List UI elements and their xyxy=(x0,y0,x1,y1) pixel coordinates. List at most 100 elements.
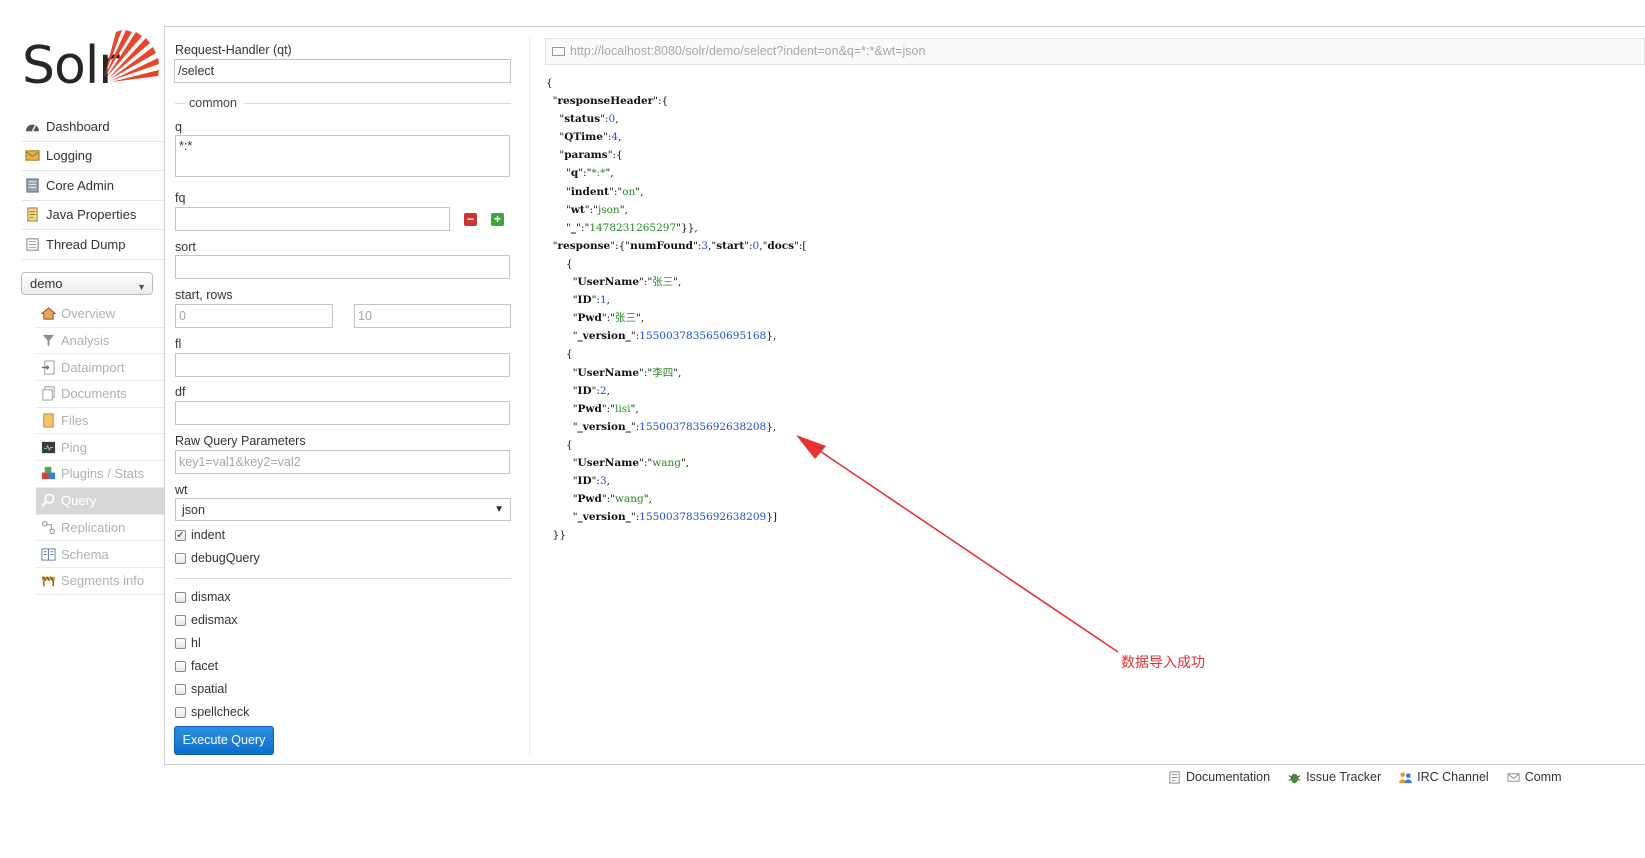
dataimport-icon xyxy=(41,360,55,375)
q-textarea[interactable]: *:* xyxy=(175,135,510,177)
common-legend: common xyxy=(189,96,237,110)
json-status: 0 xyxy=(608,113,616,126)
doc-id: 2 xyxy=(599,384,607,397)
window-icon xyxy=(552,47,565,56)
spellcheck-checkbox[interactable]: spellcheck xyxy=(175,705,249,719)
core-item-analysis[interactable]: Analysis xyxy=(36,328,164,355)
community-icon xyxy=(1507,772,1520,782)
start-input[interactable]: 0 xyxy=(175,304,333,328)
core-item-schema[interactable]: Schema xyxy=(36,541,164,568)
core-item-plugins-stats[interactable]: Plugins / Stats xyxy=(36,461,164,488)
hl-checkbox[interactable]: hl xyxy=(175,636,201,650)
checkbox-icon xyxy=(175,637,186,649)
footer-link-label: Documentation xyxy=(1186,770,1271,784)
footer-link-irc-channel[interactable]: IRC Channel xyxy=(1399,770,1489,784)
raw-params-input[interactable]: key1=val1&key2=val2 xyxy=(175,450,510,474)
wt-label: wt xyxy=(175,483,188,497)
analysis-icon xyxy=(42,334,55,347)
option-label: hl xyxy=(191,636,201,650)
core-item-label: Documents xyxy=(61,386,127,402)
core-item-replication[interactable]: Replication xyxy=(36,515,164,542)
section-divider xyxy=(175,578,511,579)
dismax-checkbox[interactable]: dismax xyxy=(175,590,231,604)
checkbox-checked-icon: ✓ xyxy=(175,529,186,541)
fieldset-line xyxy=(175,103,185,104)
core-item-label: Ping xyxy=(61,439,88,455)
json-param-q: *:* xyxy=(591,167,606,180)
checkbox-icon xyxy=(175,591,186,603)
fl-input[interactable] xyxy=(175,353,510,377)
rows-input[interactable]: 10 xyxy=(354,304,511,328)
spatial-checkbox[interactable]: spatial xyxy=(175,682,227,696)
sort-label: sort xyxy=(175,240,196,254)
doc-pwd: lisi xyxy=(615,402,631,415)
chevron-down-icon: ▼ xyxy=(494,504,504,515)
checkbox-icon xyxy=(175,706,186,718)
nav-item-dashboard[interactable]: Dashboard xyxy=(22,112,164,142)
qt-input[interactable]: /select xyxy=(174,59,511,83)
nav-item-label: Core Admin xyxy=(46,177,114,193)
core-item-documents[interactable]: Documents xyxy=(36,381,164,408)
core-item-label: Query xyxy=(61,493,97,509)
nav-item-logging[interactable]: Logging xyxy=(22,142,164,171)
footer-link-label: IRC Channel xyxy=(1417,770,1489,784)
nav-item-thread-dump[interactable]: Thread Dump xyxy=(22,230,164,260)
doc-version: 1550037835692638209 xyxy=(639,511,767,524)
json-qtime: 4 xyxy=(611,131,618,144)
df-label: df xyxy=(175,385,186,399)
panel-divider xyxy=(529,36,530,756)
core-item-label: Analysis xyxy=(61,333,110,349)
doc-username: 张三 xyxy=(652,276,674,289)
debugquery-label: debugQuery xyxy=(191,551,260,565)
doc-username: wang xyxy=(652,456,681,469)
json-param-wt: json xyxy=(597,203,620,216)
core-item-files[interactable]: Files xyxy=(36,408,164,435)
nav-item-java-properties[interactable]: Java Properties xyxy=(22,201,164,230)
doc-version: 1550037835650695168 xyxy=(639,330,767,343)
solr-sun-icon xyxy=(104,30,159,82)
footer-link-issue-tracker[interactable]: Issue Tracker xyxy=(1288,770,1381,784)
java-properties-icon xyxy=(27,207,38,222)
solr-logo[interactable]: Solr xyxy=(20,24,159,96)
core-selector[interactable]: demo ▼ xyxy=(21,272,153,295)
footer-link-community[interactable]: Comm xyxy=(1507,770,1562,784)
response-url-link[interactable]: http://localhost:8080/solr/demo/select?i… xyxy=(545,38,1645,65)
core-admin-icon xyxy=(26,178,39,193)
fq-input[interactable] xyxy=(175,207,450,231)
q-label: q xyxy=(175,120,182,134)
documentation-icon xyxy=(1169,770,1180,784)
facet-checkbox[interactable]: facet xyxy=(175,659,218,673)
checkbox-icon xyxy=(175,552,186,564)
footer-link-label: Comm xyxy=(1524,770,1562,784)
thread-dump-icon xyxy=(26,238,39,251)
core-menu: Overview Analysis Dataimport Documents F… xyxy=(36,301,164,595)
sort-input[interactable] xyxy=(175,255,510,279)
json-param-indent: on xyxy=(622,185,636,198)
debugquery-checkbox[interactable]: debugQuery xyxy=(175,551,260,565)
doc-id: 3 xyxy=(599,475,607,488)
wt-select[interactable]: json ▼ xyxy=(175,498,511,521)
checkbox-icon xyxy=(175,614,186,626)
json-param-underscore: 1478231265297 xyxy=(589,221,677,234)
core-item-query[interactable]: Query xyxy=(36,487,164,515)
nav-item-core-admin[interactable]: Core Admin xyxy=(22,171,164,201)
files-icon xyxy=(43,413,54,428)
execute-query-button[interactable]: Execute Query xyxy=(174,726,274,755)
segments-icon xyxy=(41,576,56,587)
edismax-checkbox[interactable]: edismax xyxy=(175,613,238,627)
core-item-dataimport[interactable]: Dataimport xyxy=(36,354,164,382)
fieldset-line xyxy=(244,103,511,104)
remove-fq-button[interactable]: − xyxy=(464,213,477,226)
add-fq-button[interactable]: + xyxy=(491,213,504,226)
core-item-label: Dataimport xyxy=(61,359,125,375)
irc-channel-icon xyxy=(1399,771,1413,783)
footer-link-documentation[interactable]: Documentation xyxy=(1168,770,1270,784)
indent-checkbox[interactable]: ✓ indent xyxy=(175,528,225,542)
core-item-overview[interactable]: Overview xyxy=(36,301,164,328)
df-input[interactable] xyxy=(175,401,510,425)
core-item-ping[interactable]: Ping xyxy=(36,434,164,462)
fl-label: fl xyxy=(175,337,182,351)
checkbox-icon xyxy=(175,683,186,695)
issue-tracker-icon xyxy=(1288,773,1301,783)
core-item-segments-info[interactable]: Segments info xyxy=(36,568,164,595)
